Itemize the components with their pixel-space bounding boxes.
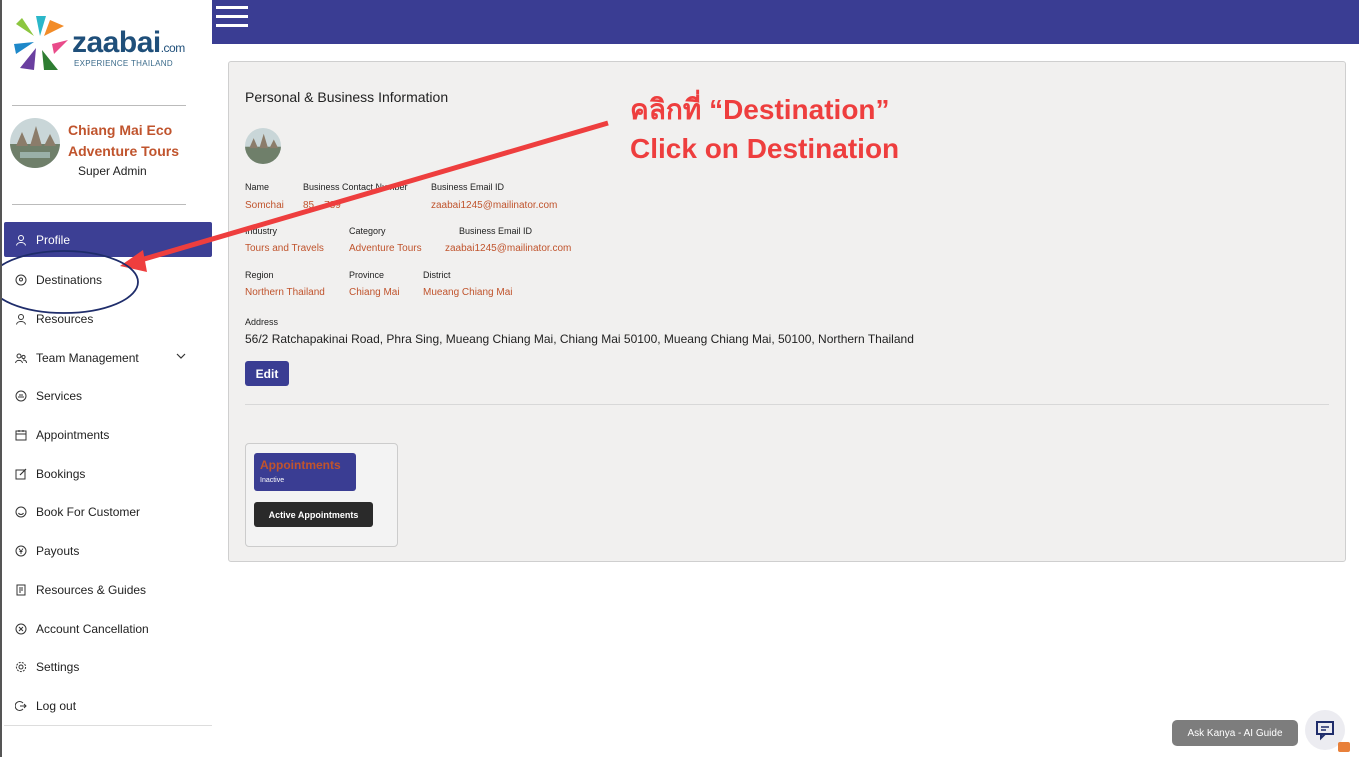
business-name: Chiang Mai Eco Adventure Tours (68, 122, 179, 159)
chat-icon (1316, 721, 1334, 741)
currency-icon (14, 544, 28, 558)
contact-label: Business Contact Number (303, 182, 408, 192)
sidebar-item-appointments[interactable]: Appointments (4, 416, 212, 455)
services-icon (14, 389, 28, 403)
sidebar: zaabai.com EXPERIENCE THAILAND Chiang Ma… (4, 0, 212, 726)
page-title: Personal & Business Information (245, 89, 449, 105)
gear-icon (14, 660, 28, 674)
province-label: Province (349, 270, 385, 280)
sidebar-item-team-management[interactable]: Team Management (4, 338, 212, 377)
chevron-down-icon[interactable] (176, 350, 186, 362)
province-value: Chiang Mai (349, 287, 400, 298)
email2-value: zaabai1245@mailinator.com (445, 243, 572, 254)
sidebar-item-label: Payouts (36, 544, 80, 559)
appointments-title: Appointments (260, 458, 341, 472)
user-icon (14, 233, 28, 247)
sidebar-item-label: Services (36, 389, 83, 404)
sidebar-item-resources[interactable]: Resources (4, 300, 212, 339)
corner-accent (1338, 742, 1350, 752)
top-bar (212, 0, 1359, 44)
email-label: Business Email ID (431, 182, 505, 192)
hamburger-menu-icon[interactable] (216, 6, 248, 32)
instruction-thai: คลิกที่ “Destination” (630, 94, 890, 125)
industry-label: Industry (245, 226, 278, 236)
user-icon (14, 312, 28, 326)
sidebar-item-book-for-customer[interactable]: Book For Customer (4, 493, 212, 532)
ask-ai-guide-label[interactable]: Ask Kanya - AI Guide (1172, 720, 1298, 746)
sidebar-item-label: Book For Customer (36, 505, 141, 520)
category-label: Category (349, 226, 386, 236)
appointments-status: Inactive (260, 477, 285, 484)
sidebar-item-logout[interactable]: Log out (4, 687, 212, 726)
sidebar-item-services[interactable]: Services (4, 377, 212, 416)
district-value: Mueang Chiang Mai (423, 287, 513, 298)
avatar (245, 128, 281, 164)
email2-label: Business Email ID (459, 226, 533, 236)
document-icon (14, 583, 28, 597)
name-value: Somchai (245, 200, 284, 211)
sidebar-nav: Profile Destinations Resources Team Mana… (4, 222, 212, 725)
sidebar-item-label: Profile (36, 232, 71, 247)
active-appointments-button[interactable]: Active Appointments (254, 502, 373, 527)
team-icon (14, 351, 28, 365)
sidebar-item-label: Destinations (36, 273, 103, 288)
divider (12, 204, 186, 205)
contact-value: 85…789 (303, 200, 341, 211)
sidebar-item-label: Bookings (36, 466, 86, 481)
brand-logo[interactable]: zaabai.com EXPERIENCE THAILAND (12, 14, 202, 84)
category-value: Adventure Tours (349, 243, 422, 254)
location-pin-icon (14, 273, 28, 287)
account-summary: Chiang Mai Eco Adventure Tours Super Adm… (10, 116, 210, 186)
sidebar-item-destinations[interactable]: Destinations (4, 261, 212, 300)
divider (245, 404, 1329, 405)
edit-icon (14, 467, 28, 481)
sidebar-item-label: Resources & Guides (36, 582, 147, 597)
divider (12, 105, 186, 106)
sidebar-item-label: Settings (36, 660, 80, 675)
region-value: Northern Thailand (245, 287, 325, 298)
sidebar-item-payouts[interactable]: Payouts (4, 532, 212, 571)
instruction-annotation: คลิกที่ “Destination” Click on Destinati… (630, 90, 899, 168)
name-label: Name (245, 182, 270, 192)
sidebar-item-label: Resources (36, 312, 94, 327)
industry-value: Tours and Travels (245, 243, 324, 254)
sidebar-item-settings[interactable]: Settings (4, 648, 212, 687)
sidebar-item-label: Log out (36, 698, 77, 713)
sidebar-item-account-cancellation[interactable]: Account Cancellation (4, 609, 212, 648)
district-label: District (423, 270, 451, 280)
app-frame: zaabai.com EXPERIENCE THAILAND Chiang Ma… (0, 0, 1359, 757)
user-role: Super Admin (78, 164, 147, 178)
address-label: Address (245, 317, 279, 327)
region-label: Region (245, 270, 274, 280)
logo-mark-icon (14, 16, 68, 70)
brand-tagline: EXPERIENCE THAILAND (74, 59, 173, 68)
sidebar-item-label: Appointments (36, 428, 110, 443)
sidebar-item-bookings[interactable]: Bookings (4, 454, 212, 493)
logout-icon (14, 699, 28, 713)
sidebar-item-resources-guides[interactable]: Resources & Guides (4, 571, 212, 610)
sidebar-item-label: Team Management (36, 350, 139, 365)
calendar-icon (14, 428, 28, 442)
edit-button[interactable]: Edit (245, 361, 289, 386)
address-value: 56/2 Ratchapakinai Road, Phra Sing, Muea… (245, 332, 914, 346)
brand-name: zaabai.com (72, 26, 185, 59)
instruction-english: Click on Destination (630, 133, 900, 164)
smile-icon (14, 505, 28, 519)
avatar (10, 118, 60, 168)
appointments-card: Appointments Inactive Active Appointment… (245, 443, 398, 547)
cancel-icon (14, 622, 28, 636)
sidebar-item-label: Account Cancellation (36, 621, 149, 636)
appointments-status-badge: Appointments Inactive (254, 453, 356, 491)
sidebar-item-profile[interactable]: Profile (4, 222, 212, 257)
email-value: zaabai1245@mailinator.com (431, 200, 558, 211)
